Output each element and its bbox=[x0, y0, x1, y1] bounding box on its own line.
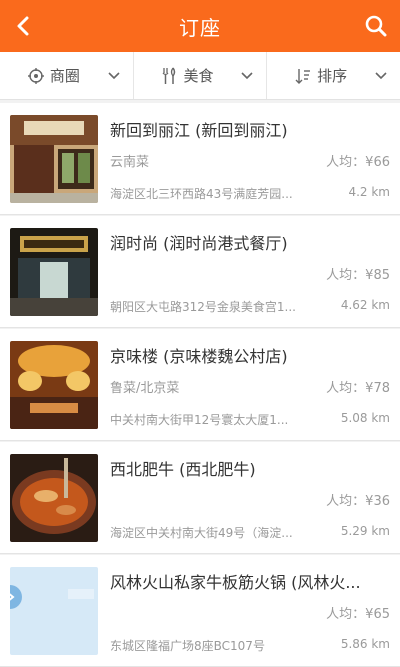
restaurant-item[interactable]: 西北肥牛 (西北肥牛) 人均：¥36 海淀区中关村南大街49号（海淀... 5.… bbox=[0, 442, 400, 554]
fork-knife-icon bbox=[161, 67, 179, 85]
filter-area[interactable]: 商圈 bbox=[0, 52, 133, 99]
restaurant-list: 新回到丽江 (新回到丽江) 云南菜 人均：¥66 海淀区北三环西路43号满庭芳园… bbox=[0, 103, 400, 667]
page-title: 订座 bbox=[179, 15, 221, 40]
restaurant-item[interactable]: 风林火山私家牛板筋火锅 (风林火... 人均：¥65 东城区隆福广场8座BC10… bbox=[0, 555, 400, 667]
app-header: 订座 bbox=[0, 0, 400, 52]
restaurant-name: 西北肥牛 (西北肥牛) bbox=[110, 460, 256, 479]
back-button[interactable] bbox=[6, 8, 42, 44]
restaurant-item[interactable]: 新回到丽江 (新回到丽江) 云南菜 人均：¥66 海淀区北三环西路43号满庭芳园… bbox=[0, 103, 400, 215]
restaurant-distance: 5.08 km bbox=[340, 411, 390, 425]
restaurant-distance: 5.29 km bbox=[340, 524, 390, 538]
restaurant-price: 人均：¥78 bbox=[326, 381, 390, 396]
restaurant-distance: 5.86 km bbox=[340, 637, 390, 651]
restaurant-photo bbox=[10, 115, 98, 203]
restaurant-price: 人均：¥85 bbox=[326, 268, 390, 283]
restaurant-distance: 4.2 km bbox=[348, 185, 390, 199]
restaurant-distance: 4.62 km bbox=[340, 298, 390, 312]
restaurant-item[interactable]: 京味楼 (京味楼魏公村店) 鲁菜/北京菜 人均：¥78 中关村南大街甲12号寰太… bbox=[0, 329, 400, 441]
restaurant-address: 朝阳区大屯路312号金泉美食宫1... bbox=[110, 300, 296, 314]
restaurant-address: 海淀区中关村南大街49号（海淀... bbox=[110, 526, 293, 540]
restaurant-item[interactable]: 润时尚 (润时尚港式餐厅) 人均：¥85 朝阳区大屯路312号金泉美食宫1...… bbox=[0, 216, 400, 328]
location-pin-icon bbox=[27, 67, 45, 85]
search-icon bbox=[365, 15, 387, 37]
restaurant-price: 人均：¥65 bbox=[326, 607, 390, 622]
restaurant-name: 润时尚 (润时尚港式餐厅) bbox=[110, 234, 288, 253]
restaurant-name: 风林火山私家牛板筋火锅 (风林火... bbox=[110, 573, 361, 592]
restaurant-address: 东城区隆福广场8座BC107号 bbox=[110, 639, 265, 653]
filter-bar: 商圈 美食 排序 bbox=[0, 52, 400, 100]
filter-sort-label: 排序 bbox=[317, 67, 348, 85]
filter-sort[interactable]: 排序 bbox=[266, 52, 400, 99]
sort-icon bbox=[294, 67, 312, 85]
chevron-left-icon bbox=[17, 16, 29, 36]
restaurant-name: 京味楼 (京味楼魏公村店) bbox=[110, 347, 288, 366]
search-button[interactable] bbox=[358, 8, 394, 44]
restaurant-cuisine: 鲁菜/北京菜 bbox=[110, 381, 180, 396]
filter-area-label: 商圈 bbox=[49, 67, 80, 85]
restaurant-address: 中关村南大街甲12号寰太大厦1... bbox=[110, 413, 289, 427]
restaurant-photo bbox=[10, 567, 98, 655]
restaurant-photo bbox=[10, 454, 98, 542]
restaurant-address: 海淀区北三环西路43号满庭芳园... bbox=[110, 187, 293, 201]
restaurant-name: 新回到丽江 (新回到丽江) bbox=[110, 121, 288, 140]
chevron-down-icon bbox=[240, 69, 254, 83]
restaurant-photo bbox=[10, 228, 98, 316]
filter-cuisine[interactable]: 美食 bbox=[132, 52, 267, 99]
restaurant-price: 人均：¥66 bbox=[326, 155, 390, 170]
restaurant-photo bbox=[10, 341, 98, 429]
chevron-down-icon bbox=[374, 69, 388, 83]
chevron-down-icon bbox=[107, 69, 121, 83]
restaurant-cuisine: 云南菜 bbox=[110, 155, 150, 170]
restaurant-price: 人均：¥36 bbox=[326, 494, 390, 509]
filter-cuisine-label: 美食 bbox=[183, 67, 214, 85]
